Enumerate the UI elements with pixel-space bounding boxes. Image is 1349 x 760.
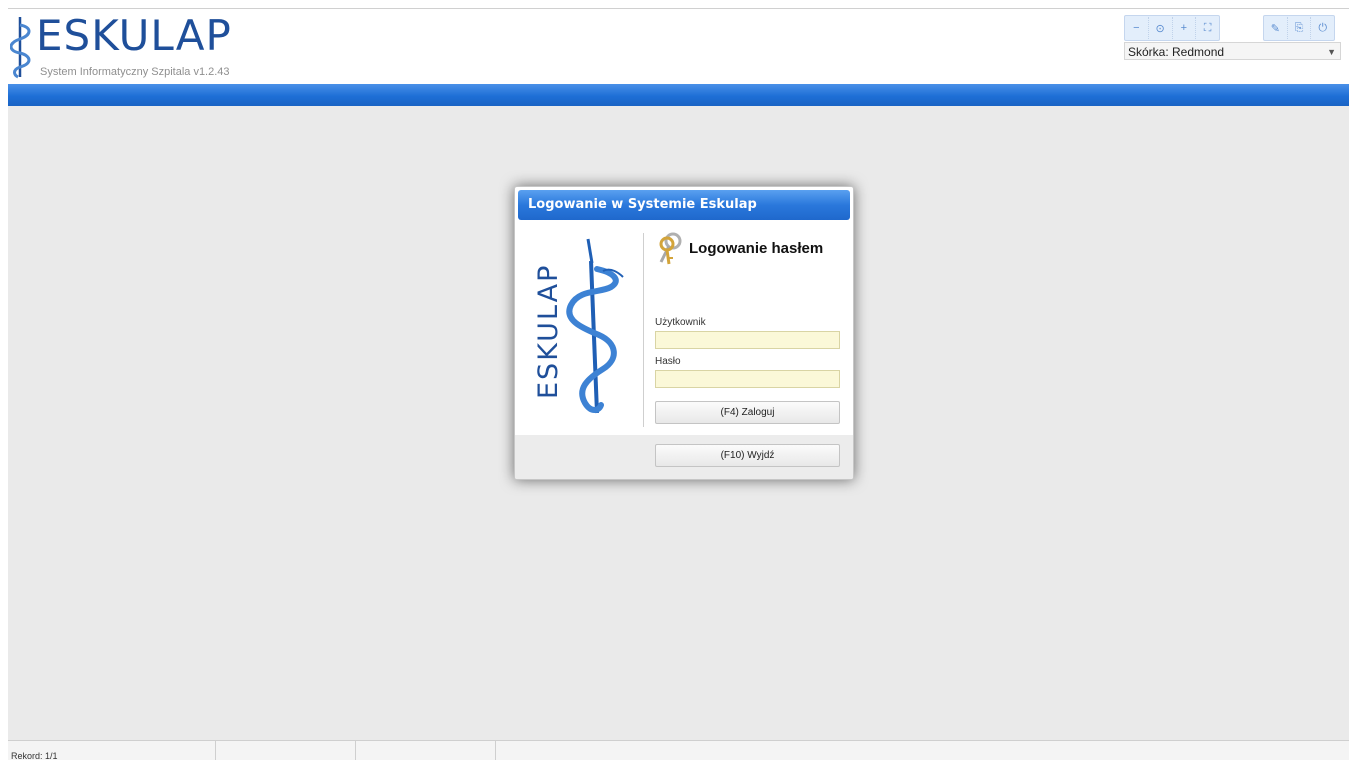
username-input[interactable] <box>655 331 840 349</box>
caduceus-icon <box>566 238 624 414</box>
keys-icon <box>659 232 682 265</box>
chevron-down-icon: ▼ <box>1327 47 1336 57</box>
app-window: ESKULAP System Informatyczny Szpitala v1… <box>0 0 1349 760</box>
status-cell <box>216 741 356 760</box>
caduceus-logo-icon <box>10 17 31 79</box>
status-cell <box>496 741 1349 760</box>
fullscreen-icon[interactable]: ⛶ <box>1196 17 1219 39</box>
username-label: Użytkownik <box>655 317 706 328</box>
form-title: Logowanie hasłem <box>689 240 824 257</box>
skin-select[interactable]: Skórka: Redmond ▼ <box>1124 42 1341 60</box>
zoom-in-icon[interactable]: + <box>1173 17 1197 39</box>
divider <box>643 233 644 427</box>
status-bar: Rekord: 1/1 <box>8 740 1349 760</box>
status-cell <box>356 741 496 760</box>
login-dialog: Logowanie w Systemie Eskulap ESKULAP Log… <box>514 186 854 480</box>
skin-select-value: Skórka: Redmond <box>1128 45 1225 59</box>
tools-toolbar: ✎ ⎘ ⏻ <box>1263 15 1335 41</box>
app-title: ESKULAP <box>36 11 232 60</box>
zoom-reset-icon[interactable]: ⊙ <box>1149 17 1173 39</box>
login-button[interactable]: (F4) Zaloguj <box>655 401 840 424</box>
password-label: Hasło <box>655 356 681 367</box>
brand-panel: ESKULAP <box>515 223 643 435</box>
zoom-toolbar: − ⊙ + ⛶ <box>1124 15 1220 41</box>
password-input[interactable] <box>655 370 840 388</box>
dialog-title: Logowanie w Systemie Eskulap <box>518 190 850 220</box>
eskulap-brand-logo: ESKULAP <box>533 238 624 414</box>
menu-bar <box>8 84 1349 106</box>
power-icon[interactable]: ⏻ <box>1311 17 1334 39</box>
status-record-count: Rekord: 1/1 <box>8 741 216 760</box>
wrench-icon[interactable]: ✎ <box>1264 17 1288 39</box>
app-version: System Informatyczny Szpitala v1.2.43 <box>40 66 230 78</box>
exit-button[interactable]: (F10) Wyjdź <box>655 444 840 467</box>
zoom-out-icon[interactable]: − <box>1125 17 1149 39</box>
restore-icon[interactable]: ⎘ <box>1288 17 1312 39</box>
brand-text: ESKULAP <box>533 264 564 399</box>
